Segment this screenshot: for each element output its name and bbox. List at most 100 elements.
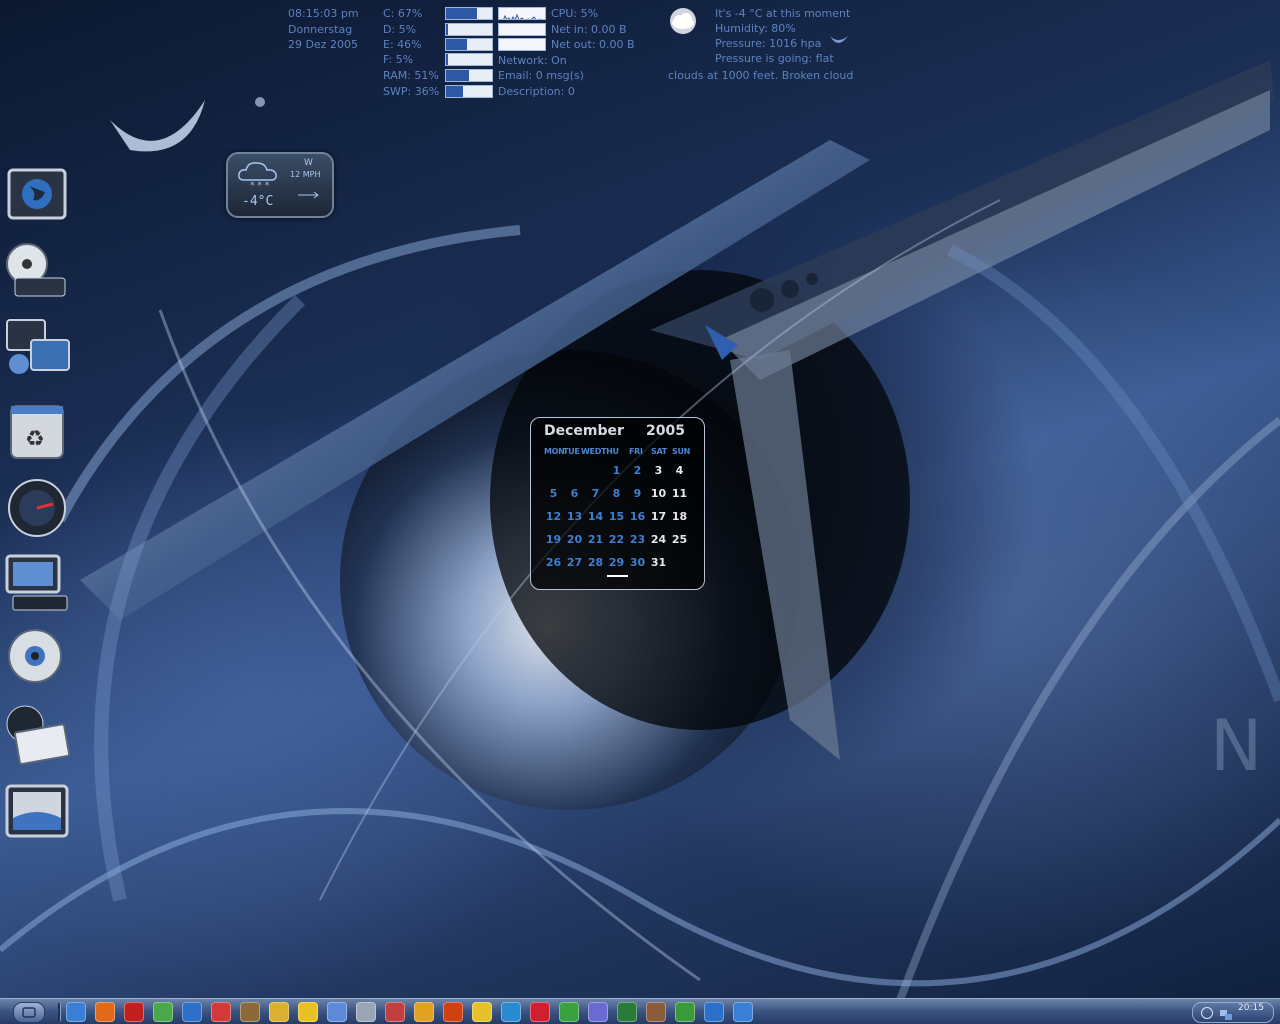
calendar-day[interactable]: 26 — [543, 556, 564, 569]
system-time: 08:15:03 pm — [288, 7, 359, 20]
net-out-graph — [498, 38, 546, 51]
calendar-day[interactable]: 22 — [606, 533, 627, 546]
net-in-graph — [498, 23, 546, 36]
calendar-day[interactable]: 19 — [543, 533, 564, 546]
cpu-graph — [498, 7, 546, 20]
calendar-day[interactable]: 28 — [585, 556, 606, 569]
calendar-day[interactable]: 7 — [585, 487, 606, 500]
calendar-day[interactable]: 20 — [564, 533, 585, 546]
today-underline — [607, 575, 628, 577]
calendar-day[interactable]: 16 — [627, 510, 648, 523]
weather-widget[interactable]: * * * W 12 MPH -4°C — [226, 152, 334, 218]
calendar-day[interactable]: 2 — [627, 464, 648, 477]
taskbar: 20:15 — [0, 998, 1280, 1024]
calendar-day[interactable]: 27 — [564, 556, 585, 569]
drive-d-label: D: 5% — [383, 23, 417, 36]
messenger-icon[interactable] — [153, 1002, 173, 1022]
winamp-icon[interactable] — [269, 1002, 289, 1022]
drive-d-fill — [446, 24, 449, 35]
drive-d-bar — [445, 23, 493, 36]
calendar-day[interactable]: 23 — [627, 533, 648, 546]
calendar-day[interactable]: 14 — [585, 510, 606, 523]
network-icon[interactable] — [3, 316, 71, 380]
text-icon[interactable] — [530, 1002, 550, 1022]
calendar-day[interactable]: 4 — [669, 464, 690, 477]
banana-icon[interactable] — [298, 1002, 318, 1022]
player-icon[interactable] — [182, 1002, 202, 1022]
drive-c-bar — [445, 7, 493, 20]
cd-drive-icon[interactable] — [3, 238, 71, 302]
calendar-day[interactable]: 21 — [585, 533, 606, 546]
calendar-day[interactable]: 31 — [648, 556, 669, 569]
photo-icon[interactable] — [472, 1002, 492, 1022]
weather-humidity-text: Humidity: 80% — [715, 22, 796, 35]
calendar-day[interactable]: 9 — [627, 487, 648, 500]
scissors-icon[interactable] — [385, 1002, 405, 1022]
paint-icon[interactable] — [211, 1002, 231, 1022]
calendar-day[interactable]: 11 — [669, 487, 690, 500]
drive-c-fill — [446, 8, 477, 19]
taskbar-clock[interactable]: 20:15 — [1238, 1003, 1264, 1013]
weekday-wed: WED — [581, 447, 602, 456]
calendar-year: 2005 — [646, 423, 685, 439]
tray-circle-icon[interactable] — [1201, 1007, 1213, 1019]
start-button[interactable] — [13, 1002, 45, 1023]
svg-text:N: N — [1210, 705, 1262, 787]
weather-cloud-icon — [668, 6, 698, 36]
editor-icon[interactable] — [327, 1002, 347, 1022]
firefox-icon[interactable] — [443, 1002, 463, 1022]
calendar-day[interactable]: 17 — [648, 510, 669, 523]
calendar-day[interactable]: 1 — [606, 464, 627, 477]
net-in-label: Net in: 0.00 B — [551, 23, 627, 36]
calendar-day[interactable]: 8 — [606, 487, 627, 500]
weekday-fri: FRI — [629, 447, 643, 456]
network-tray-icon[interactable] — [1219, 1006, 1233, 1020]
drive-e-bar — [445, 38, 493, 51]
email-status: Email: 0 msg(s) — [498, 69, 584, 82]
drive-e-label: E: 46% — [383, 38, 422, 51]
calendar-day[interactable]: 30 — [627, 556, 648, 569]
calendar-day[interactable]: 6 — [564, 487, 585, 500]
terminal-icon[interactable] — [646, 1002, 666, 1022]
weather-temperature-text: It's -4 °C at this moment — [715, 7, 851, 20]
chat-icon[interactable] — [414, 1002, 434, 1022]
media-icon[interactable] — [124, 1002, 144, 1022]
calendar-day[interactable]: 25 — [669, 533, 690, 546]
star-icon[interactable] — [501, 1002, 521, 1022]
recycle-bin-icon[interactable]: ♻ — [3, 400, 71, 464]
frog-icon[interactable] — [704, 1002, 724, 1022]
calendar-day[interactable]: 5 — [543, 487, 564, 500]
my-computer-icon[interactable] — [3, 552, 71, 616]
folder-icon[interactable] — [240, 1002, 260, 1022]
calendar-day[interactable]: 13 — [564, 510, 585, 523]
ie-icon[interactable] — [66, 1002, 86, 1022]
drive-f-fill — [446, 54, 449, 65]
calendar-day[interactable]: 3 — [648, 464, 669, 477]
strawberry-icon[interactable] — [559, 1002, 579, 1022]
mail-icon[interactable] — [3, 702, 71, 766]
calendar-day[interactable]: 18 — [669, 510, 690, 523]
svg-text:* * *: * * * — [250, 181, 270, 188]
world-clock-icon[interactable] — [3, 476, 71, 540]
wind-direction: W — [304, 158, 313, 168]
desktop: N 08:15:03 pm Donnerstag 29 Dez 2005 C: … — [0, 0, 1280, 1024]
ram-label: RAM: 51% — [383, 69, 439, 82]
screen-icon[interactable] — [733, 1002, 753, 1022]
moon-icon — [826, 30, 850, 50]
internet-icon[interactable] — [3, 166, 71, 230]
system-weekday: Donnerstag — [288, 23, 353, 36]
dvd-drive-icon[interactable] — [3, 626, 71, 690]
widget-temperature: -4°C — [242, 194, 274, 209]
calendar-day[interactable]: 12 — [543, 510, 564, 523]
settings-icon[interactable] — [95, 1002, 115, 1022]
swap-fill — [446, 86, 463, 97]
files-icon[interactable] — [356, 1002, 376, 1022]
camera-icon[interactable] — [675, 1002, 695, 1022]
calendar-day[interactable]: 24 — [648, 533, 669, 546]
window-icon[interactable] — [617, 1002, 637, 1022]
calendar-day[interactable]: 10 — [648, 487, 669, 500]
calendar-day[interactable]: 15 — [606, 510, 627, 523]
calendar-day-today[interactable]: 29 — [606, 556, 627, 569]
notes-icon[interactable] — [588, 1002, 608, 1022]
display-icon[interactable] — [3, 782, 71, 846]
